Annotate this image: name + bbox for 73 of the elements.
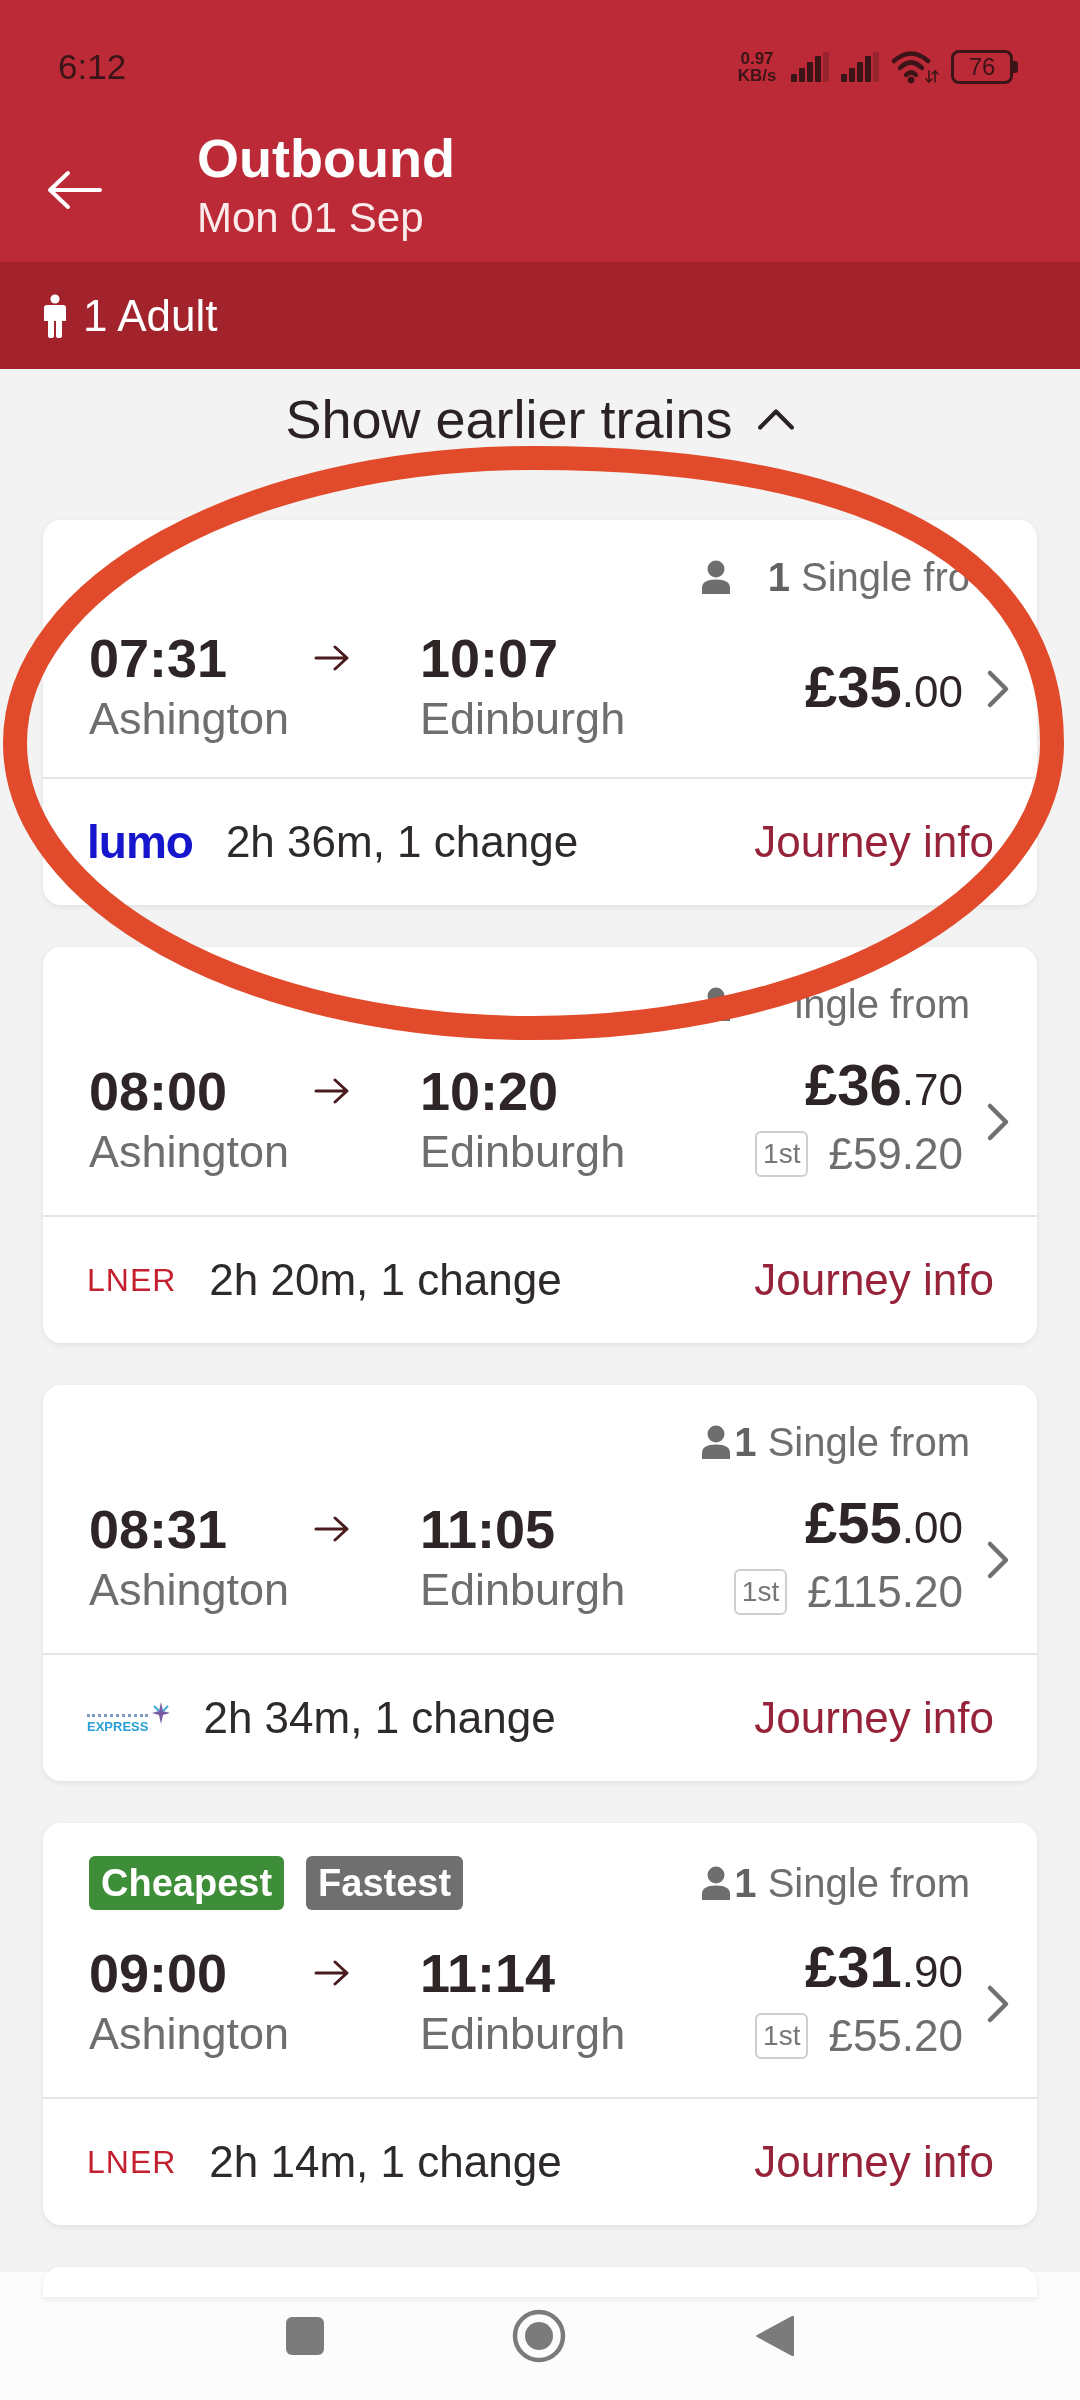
journey-summary: 2h 34m, 1 change — [203, 1693, 556, 1743]
arrival-station: Edinburgh — [420, 2006, 626, 2061]
first-class-label: 1st — [755, 1131, 809, 1177]
chevron-right-icon — [986, 669, 1010, 709]
departure-station: Ashington — [89, 1562, 291, 1617]
first-class-price: £55.20 — [828, 2011, 963, 2061]
fare-label: 1 Single from — [734, 1861, 970, 1905]
journey-summary: 2h 14m, 1 change — [209, 2137, 562, 2187]
first-class-label: 1st — [755, 2013, 809, 2059]
passenger-count: 1 Adult — [83, 290, 218, 341]
wifi-icon — [891, 50, 939, 84]
battery-indicator: 76 — [951, 50, 1018, 84]
arrival-time: 10:07 — [420, 628, 560, 688]
ticket-price: £35.00 — [805, 656, 963, 721]
departure-time: 08:31 — [89, 1498, 229, 1559]
journey-summary: 2h 36m, 1 change — [225, 817, 579, 867]
operator-logo: lumo — [87, 820, 193, 864]
square-icon[interactable] — [285, 2317, 324, 2355]
back-icon[interactable] — [753, 2314, 795, 2358]
arrival-time: 10:20 — [420, 1060, 560, 1121]
chevron-right-icon — [986, 1539, 1010, 1580]
ticket-price: £55.00 — [805, 1493, 963, 1557]
operator-logo: LNER — [87, 2144, 177, 2180]
show-earlier-button[interactable]: Show earlier trains — [285, 392, 795, 446]
arrival-time: 11:05 — [420, 1498, 557, 1559]
departure-time: 08:00 — [89, 1060, 229, 1121]
operator-logo: EXPRESS — [87, 1714, 149, 1734]
fare-label: 1 Single from — [734, 1420, 970, 1464]
journey-summary: 2h 20m, 1 change — [209, 1255, 562, 1305]
first-class-label: 1st — [733, 1569, 788, 1615]
journey-info-link[interactable]: Journey info — [754, 2137, 994, 2187]
first-class-price: £115.20 — [807, 1567, 963, 1617]
arrival-station: Edinburgh — [420, 1562, 626, 1617]
journey-card[interactable]: 1 Single from 08:31 11:05 Ashington Edinburgh £55.00 1st £115.20 EXPRESS 2h 34m, 1 change Journey info — [43, 1385, 1037, 1781]
departure-station: Ashington — [89, 2006, 291, 2061]
chevron-right-icon — [986, 1983, 1010, 2024]
departure-station: Ashington — [89, 692, 291, 746]
journey-info-link[interactable]: Journey info — [754, 1255, 994, 1305]
home-icon[interactable] — [511, 2309, 566, 2363]
fare-label: ingle from — [794, 982, 970, 1026]
network-speed: 0.97 KB/s — [736, 50, 778, 84]
departure-station: Ashington — [89, 1124, 291, 1179]
back-arrow-icon[interactable] — [46, 170, 102, 210]
person-icon — [702, 1866, 730, 1900]
chevron-right-icon — [986, 1101, 1010, 1142]
person-icon — [702, 560, 730, 594]
right-arrow-icon — [314, 645, 350, 671]
ticket-price: £36.70 — [805, 1055, 963, 1119]
arrival-station: Edinburgh — [420, 692, 626, 746]
journey-tag: Cheapest — [89, 1856, 285, 1910]
header-date: Mon 01 Sep — [197, 194, 425, 242]
journey-card[interactable]: Cheapest Fastest 1 Single from 09:00 11:14 Ashington Edinburgh £31.90 1st £55.20 LNER 2h 14m, 1 change Journey info — [43, 1823, 1037, 2225]
person-icon — [43, 293, 67, 338]
ticket-price: £31.90 — [805, 1937, 963, 2001]
first-class-price: £59.20 — [828, 1129, 963, 1179]
journey-tag: Fastest — [306, 1856, 464, 1910]
header-title: Outbound — [197, 128, 455, 188]
arrival-time: 11:14 — [420, 1942, 557, 2003]
signal-icon — [841, 52, 879, 82]
signal-icon — [791, 52, 829, 82]
journey-info-link[interactable]: Journey info — [754, 1693, 994, 1743]
right-arrow-icon — [314, 1959, 350, 1986]
right-arrow-icon — [314, 1515, 350, 1542]
operator-logo: LNER — [87, 1262, 177, 1298]
caret-icon — [756, 407, 795, 431]
journey-info-link[interactable]: Journey info — [754, 817, 994, 867]
departure-time: 07:31 — [89, 628, 229, 688]
departure-time: 09:00 — [89, 1942, 229, 2003]
star-logo-icon — [150, 1702, 171, 1724]
arrival-station: Edinburgh — [420, 1124, 626, 1179]
status-time: 6:12 — [58, 47, 127, 87]
person-icon — [702, 1425, 730, 1459]
right-arrow-icon — [314, 1077, 350, 1104]
